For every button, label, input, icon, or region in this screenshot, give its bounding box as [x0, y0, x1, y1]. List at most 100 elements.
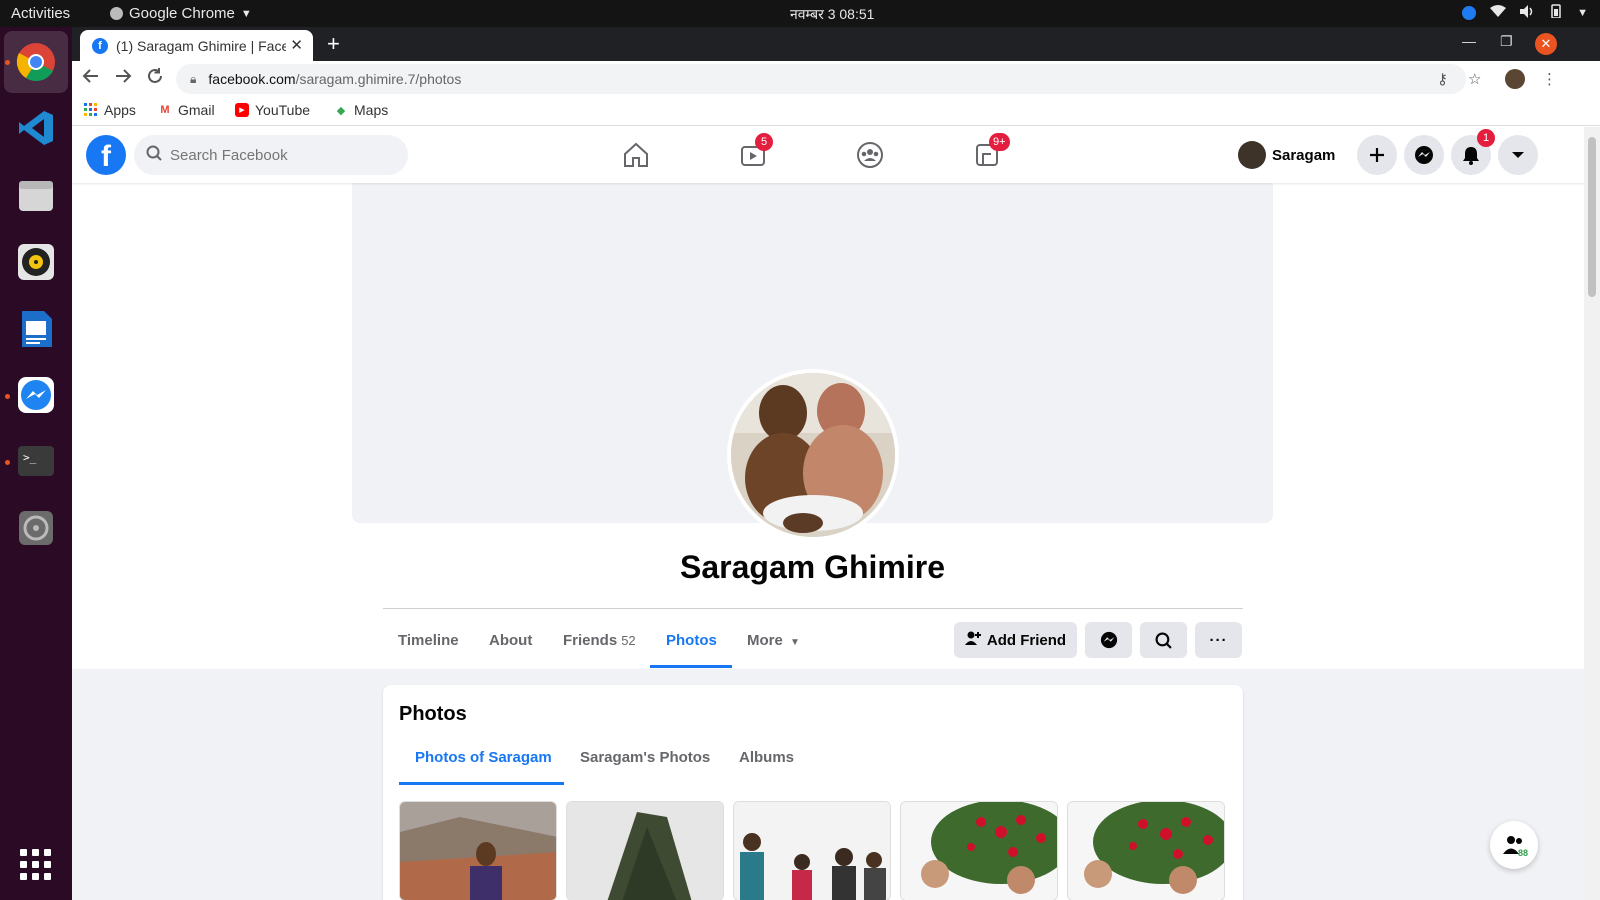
chrome-window: f (1) Saragam Ghimire | Face ✕ + — ❐ ✕ 🔒… — [72, 27, 1600, 900]
running-indicator — [5, 60, 10, 65]
notifications-badge: 1 — [1477, 129, 1495, 147]
profile-search-button[interactable] — [1140, 622, 1187, 658]
facebook-logo-icon[interactable]: f — [86, 135, 126, 175]
profile-shortcut[interactable]: Saragam — [1238, 139, 1335, 171]
friends-count: 52 — [621, 633, 636, 648]
maximize-icon[interactable]: ❐ — [1500, 33, 1513, 50]
contacts-count: 88 — [1518, 848, 1529, 858]
chrome-dock-icon[interactable] — [14, 40, 58, 84]
battery-icon — [1549, 4, 1563, 21]
messenger-button[interactable] — [1404, 135, 1444, 175]
messenger-dock-icon[interactable] — [14, 373, 58, 417]
clock[interactable]: नवम्बर 3 08:51 — [790, 5, 874, 24]
bookmark-label: Maps — [354, 102, 389, 118]
tab-about[interactable]: About — [489, 632, 532, 649]
active-tab-indicator — [399, 782, 564, 785]
watch-icon[interactable]: 5 — [737, 133, 773, 169]
contacts-button[interactable]: 88 — [1490, 821, 1538, 869]
tab-more[interactable]: More ▼ — [747, 632, 800, 649]
libreoffice-writer-dock-icon[interactable] — [14, 307, 58, 351]
add-friend-button[interactable]: Add Friend — [954, 622, 1077, 658]
bookmark-star-icon[interactable]: ☆ — [1468, 70, 1481, 88]
photo-thumbnail[interactable] — [733, 801, 891, 900]
groups-icon[interactable] — [854, 141, 886, 169]
files-dock-icon[interactable] — [14, 173, 58, 217]
account-menu-button[interactable] — [1498, 135, 1538, 175]
minimize-icon[interactable]: — — [1462, 33, 1476, 49]
photo-thumbnail[interactable] — [900, 801, 1058, 900]
chrome-menu-icon[interactable]: ⋮ — [1542, 70, 1557, 88]
key-icon[interactable]: ⚷ — [1437, 70, 1448, 88]
svg-text:>_: >_ — [23, 451, 37, 464]
url-path: /saragam.ghimire.7/photos — [295, 71, 462, 87]
forward-arrow-icon[interactable] — [114, 67, 132, 90]
add-friend-label: Add Friend — [986, 631, 1067, 649]
facebook-header: f 5 9+ Saragam — [72, 127, 1584, 183]
new-tab-button[interactable]: + — [327, 31, 340, 57]
photo-thumbnail[interactable] — [566, 801, 724, 900]
facebook-page: f 5 9+ Saragam — [72, 127, 1584, 900]
tab-friends-label: Friends — [563, 632, 618, 649]
page-scrollbar[interactable] — [1584, 127, 1600, 900]
notifications-button[interactable]: 1 — [1451, 129, 1495, 175]
search-box[interactable] — [134, 135, 408, 175]
caret-down-icon: ▼ — [240, 7, 252, 20]
add-person-icon — [964, 630, 981, 650]
tab-photos-of[interactable]: Photos of Saragam — [415, 749, 552, 766]
tab-more-label: More — [747, 632, 783, 649]
bookmarks-bar: Apps M Gmail ▶ YouTube ◆ Maps — [72, 96, 1600, 126]
bookmark-gmail[interactable]: M Gmail — [158, 102, 215, 118]
close-window-button[interactable]: ✕ — [1535, 33, 1557, 55]
show-applications-icon[interactable] — [20, 849, 51, 880]
chrome-profile-avatar[interactable] — [1505, 69, 1525, 89]
gaming-badge: 9+ — [989, 133, 1010, 151]
bookmark-label: Apps — [104, 102, 136, 118]
reload-icon[interactable] — [146, 67, 164, 90]
active-tab-indicator — [650, 665, 732, 668]
tab-users-photos[interactable]: Saragam's Photos — [580, 749, 710, 766]
vscode-dock-icon[interactable] — [14, 106, 58, 150]
wifi-icon — [1490, 4, 1507, 21]
section-title: Photos — [399, 703, 467, 725]
home-icon[interactable] — [620, 141, 652, 169]
photo-thumbnail[interactable] — [399, 801, 557, 900]
tab-friends[interactable]: Friends 52 — [563, 632, 636, 649]
bookmark-label: YouTube — [255, 102, 311, 118]
activities-button[interactable]: Activities — [11, 5, 70, 22]
watch-badge: 5 — [755, 133, 773, 151]
tab-strip: f (1) Saragam Ghimire | Face ✕ + — ❐ ✕ — [72, 27, 1600, 61]
bookmark-maps[interactable]: ◆ Maps — [334, 102, 388, 118]
search-icon — [1155, 632, 1172, 649]
browser-toolbar: 🔒︎ facebook.com /saragam.ghimire.7/photo… — [72, 61, 1600, 96]
close-tab-icon[interactable]: ✕ — [290, 36, 303, 54]
tab-timeline[interactable]: Timeline — [398, 632, 459, 649]
system-tray[interactable]: ▼ — [1462, 4, 1588, 21]
bookmark-label: Gmail — [178, 102, 215, 118]
scrollbar-thumb[interactable] — [1588, 137, 1596, 297]
tab-photos[interactable]: Photos — [666, 632, 717, 649]
photo-thumbnail[interactable] — [1067, 801, 1225, 900]
rhythmbox-dock-icon[interactable] — [14, 240, 58, 284]
system-menu-caret-icon[interactable]: ▼ — [1577, 7, 1588, 19]
app-name-label: Google Chrome — [129, 5, 235, 22]
ubuntu-dock: >_ — [0, 27, 72, 900]
search-input[interactable] — [170, 146, 390, 164]
bookmark-youtube[interactable]: ▶ YouTube — [235, 102, 310, 118]
more-options-button[interactable]: ··· — [1195, 622, 1242, 658]
lock-icon[interactable]: 🔒︎ — [190, 72, 196, 87]
app-menu[interactable]: Google Chrome ▼ — [110, 5, 252, 22]
tab-albums[interactable]: Albums — [739, 749, 794, 766]
gaming-icon[interactable]: 9+ — [971, 133, 1010, 169]
messenger-tray-icon[interactable] — [1462, 5, 1477, 20]
back-arrow-icon[interactable] — [82, 67, 100, 90]
profile-picture[interactable] — [727, 369, 899, 541]
browser-tab[interactable]: f (1) Saragam Ghimire | Face ✕ — [80, 30, 313, 61]
photos-section: Photos Photos of Saragam Saragam's Photo… — [383, 685, 1243, 900]
message-button[interactable] — [1085, 622, 1132, 658]
terminal-dock-icon[interactable]: >_ — [14, 439, 58, 483]
address-bar[interactable]: 🔒︎ facebook.com /saragam.ghimire.7/photo… — [176, 64, 1466, 94]
create-button[interactable] — [1357, 135, 1397, 175]
optical-drive-dock-icon[interactable] — [14, 506, 58, 550]
profile-shortcut-name: Saragam — [1272, 146, 1336, 164]
bookmark-apps[interactable]: Apps — [84, 102, 136, 118]
